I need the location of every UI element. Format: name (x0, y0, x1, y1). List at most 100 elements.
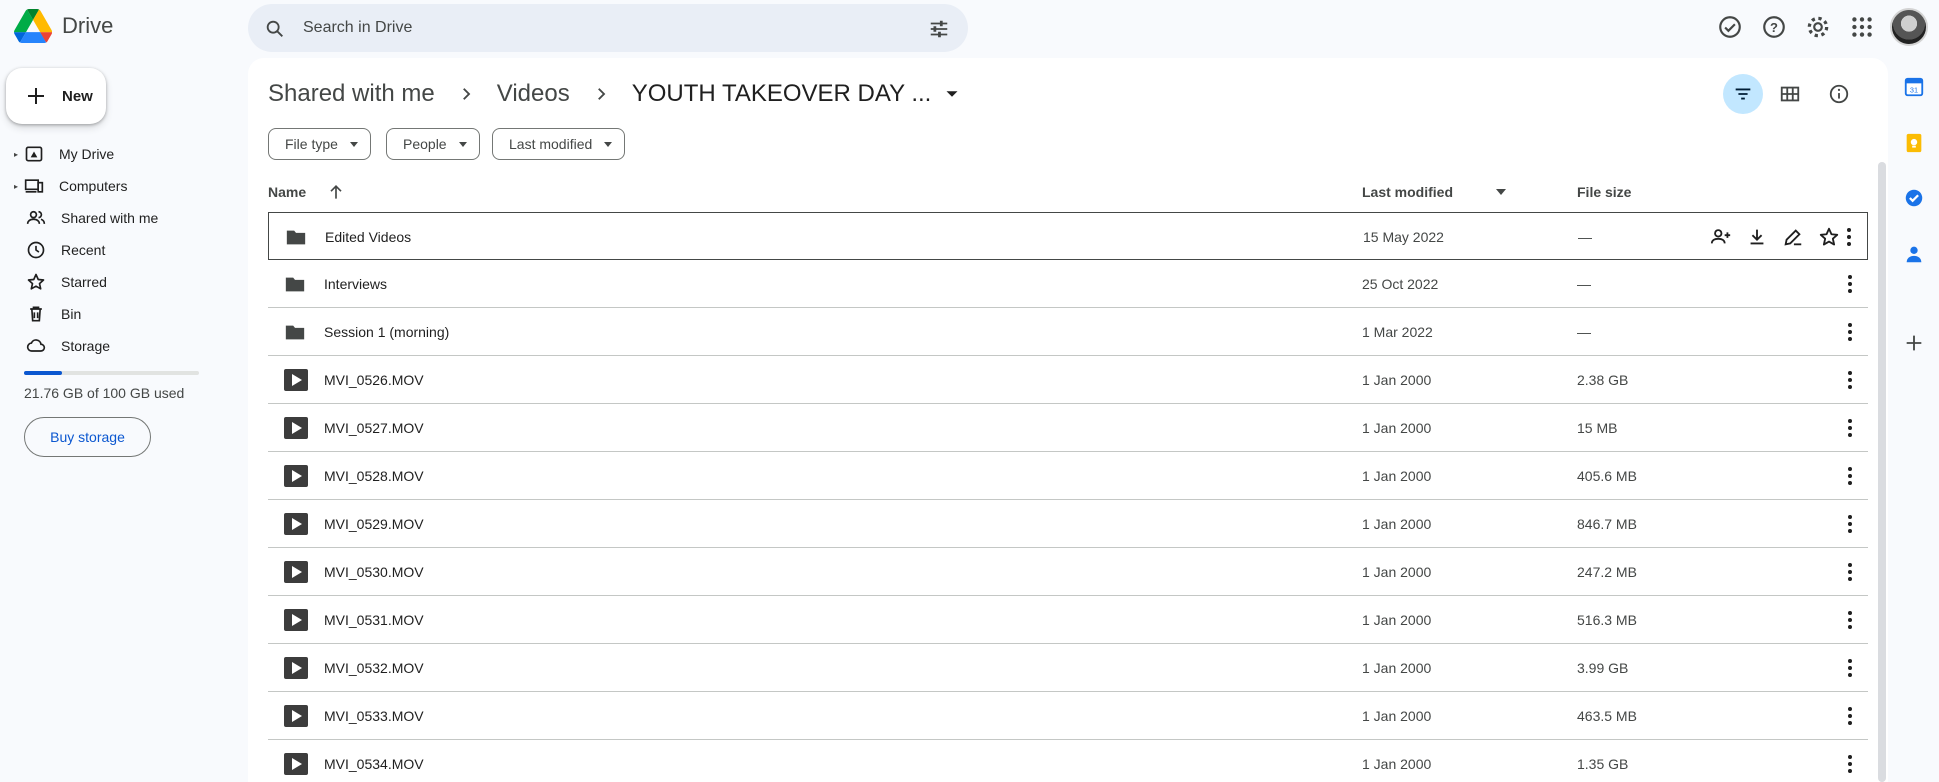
new-button-label: New (62, 87, 93, 105)
folder-icon (285, 325, 305, 340)
file-size: 15 MB (1577, 420, 1618, 436)
more-actions-icon[interactable] (1838, 656, 1862, 680)
table-row[interactable]: MVI_0531.MOV 1 Jan 2000 516.3 MB (268, 596, 1868, 644)
cloud-icon (26, 339, 46, 352)
account-avatar[interactable] (1890, 8, 1928, 46)
more-actions-icon[interactable] (1838, 272, 1862, 296)
more-actions-icon[interactable] (1837, 225, 1861, 249)
trash-icon (30, 306, 42, 322)
chevron-right-icon (462, 88, 471, 100)
expand-arrow-icon[interactable]: ▸ (14, 182, 22, 191)
filter-toggle-button[interactable] (1723, 74, 1763, 114)
breadcrumb-shared-with-me[interactable]: Shared with me (268, 80, 435, 108)
file-name[interactable]: MVI_0530.MOV (324, 564, 424, 580)
name-column-header[interactable]: Name (268, 184, 306, 200)
table-row[interactable]: MVI_0526.MOV 1 Jan 2000 2.38 GB (268, 356, 1868, 404)
table-row[interactable]: MVI_0529.MOV 1 Jan 2000 846.7 MB (268, 500, 1868, 548)
add-addon-icon[interactable] (1903, 332, 1925, 354)
video-thumbnail-icon (284, 705, 308, 727)
file-name[interactable]: MVI_0528.MOV (324, 468, 424, 484)
more-actions-icon[interactable] (1838, 560, 1862, 584)
drive-logo[interactable]: Drive (14, 8, 113, 44)
apps-grid-icon[interactable] (1849, 14, 1875, 40)
sidebar-item-bin[interactable]: Bin (24, 300, 81, 328)
search-options-icon[interactable] (928, 18, 950, 40)
sort-ascending-icon[interactable] (326, 182, 346, 202)
calendar-icon[interactable]: 31 (1903, 76, 1925, 98)
sidebar-item-starred[interactable]: Starred (24, 268, 107, 296)
file-name[interactable]: Edited Videos (325, 229, 411, 245)
settings-gear-icon[interactable] (1805, 14, 1831, 40)
table-row[interactable]: MVI_0528.MOV 1 Jan 2000 405.6 MB (268, 452, 1868, 500)
folder-menu-dropdown-icon[interactable] (941, 83, 963, 105)
details-button[interactable] (1819, 74, 1859, 114)
scrollbar[interactable] (1878, 162, 1886, 782)
buy-storage-button[interactable]: Buy storage (24, 417, 151, 457)
table-row[interactable]: MVI_0533.MOV 1 Jan 2000 463.5 MB (268, 692, 1868, 740)
file-name[interactable]: MVI_0526.MOV (324, 372, 424, 388)
search-bar[interactable]: Search in Drive (248, 4, 968, 52)
file-size-column-header[interactable]: File size (1577, 184, 1631, 200)
table-header: Name Last modified File size (268, 172, 1868, 212)
last-modified-column-header[interactable]: Last modified (1362, 184, 1453, 200)
file-size: 405.6 MB (1577, 468, 1637, 484)
more-actions-icon[interactable] (1838, 416, 1862, 440)
file-name[interactable]: MVI_0532.MOV (324, 660, 424, 676)
grid-view-button[interactable] (1770, 74, 1810, 114)
search-icon[interactable] (264, 18, 286, 40)
dropdown-arrow-icon (458, 141, 467, 147)
file-name[interactable]: MVI_0534.MOV (324, 756, 424, 772)
table-row[interactable]: MVI_0532.MOV 1 Jan 2000 3.99 GB (268, 644, 1868, 692)
file-last-modified: 1 Mar 2022 (1362, 324, 1433, 340)
contacts-icon[interactable] (1903, 243, 1925, 265)
file-name[interactable]: MVI_0527.MOV (324, 420, 424, 436)
file-name[interactable]: Interviews (324, 276, 387, 292)
file-last-modified: 1 Jan 2000 (1362, 756, 1432, 772)
more-actions-icon[interactable] (1838, 512, 1862, 536)
file-name[interactable]: MVI_0531.MOV (324, 612, 424, 628)
table-row[interactable]: Edited Videos 15 May 2022 — (268, 212, 1868, 260)
download-icon[interactable] (1746, 226, 1768, 248)
more-actions-icon[interactable] (1838, 608, 1862, 632)
rename-pencil-icon[interactable] (1782, 226, 1804, 248)
more-actions-icon[interactable] (1838, 464, 1862, 488)
table-row[interactable]: Session 1 (morning) 1 Mar 2022 — (268, 308, 1868, 356)
table-row[interactable]: MVI_0530.MOV 1 Jan 2000 247.2 MB (268, 548, 1868, 596)
tasks-icon[interactable] (1903, 187, 1925, 209)
sidebar-item-storage[interactable]: Storage (24, 332, 110, 360)
help-icon[interactable]: ? (1761, 14, 1787, 40)
file-name[interactable]: MVI_0529.MOV (324, 516, 424, 532)
main-panel: Shared with me Videos YOUTH TAKEOVER DAY… (248, 58, 1888, 782)
search-input[interactable]: Search in Drive (303, 19, 412, 37)
breadcrumb-current-folder[interactable]: YOUTH TAKEOVER DAY ... (632, 80, 932, 108)
table-row[interactable]: MVI_0527.MOV 1 Jan 2000 15 MB (268, 404, 1868, 452)
file-type-filter[interactable]: File type (268, 128, 371, 160)
offline-ready-icon[interactable] (1717, 14, 1743, 40)
table-row[interactable]: Interviews 25 Oct 2022 — (268, 260, 1868, 308)
sort-descending-icon[interactable] (1496, 189, 1506, 195)
new-button[interactable]: New (6, 68, 106, 124)
file-name[interactable]: MVI_0533.MOV (324, 708, 424, 724)
sidebar-item-recent[interactable]: Recent (24, 236, 105, 264)
sidebar-item-my-drive[interactable]: ▸ My Drive (14, 140, 114, 168)
file-name[interactable]: Session 1 (morning) (324, 324, 449, 340)
video-thumbnail-icon (284, 657, 308, 679)
plus-icon (28, 88, 44, 104)
last-modified-filter[interactable]: Last modified (492, 128, 626, 160)
share-person-add-icon[interactable] (1710, 226, 1732, 248)
table-row[interactable]: MVI_0534.MOV 1 Jan 2000 1.35 GB (268, 740, 1868, 782)
file-last-modified: 1 Jan 2000 (1362, 612, 1432, 628)
keep-icon[interactable] (1903, 132, 1925, 154)
sidebar-item-shared-with-me[interactable]: Shared with me (24, 204, 158, 232)
more-actions-icon[interactable] (1838, 368, 1862, 392)
shared-icon (26, 210, 46, 224)
more-actions-icon[interactable] (1838, 320, 1862, 344)
people-filter[interactable]: People (386, 128, 480, 160)
sidebar-item-label: Storage (61, 338, 111, 354)
sidebar-item-computers[interactable]: ▸ Computers (14, 172, 127, 200)
expand-arrow-icon[interactable]: ▸ (14, 150, 22, 159)
breadcrumb-videos[interactable]: Videos (497, 80, 570, 108)
more-actions-icon[interactable] (1838, 704, 1862, 728)
more-actions-icon[interactable] (1838, 752, 1862, 776)
sidebar-item-label: My Drive (59, 146, 115, 162)
